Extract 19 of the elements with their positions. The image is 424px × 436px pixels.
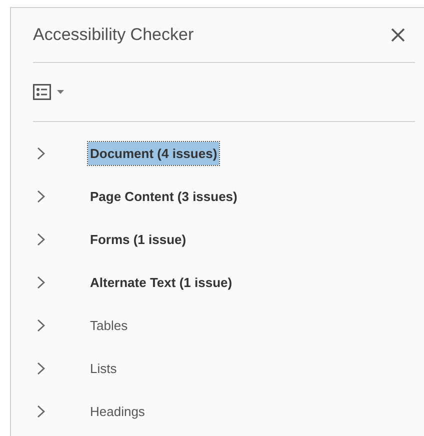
expand-chevron-icon[interactable] xyxy=(37,147,45,160)
expand-chevron-icon[interactable] xyxy=(37,276,45,289)
expand-chevron-icon[interactable] xyxy=(37,405,45,418)
expand-chevron-icon[interactable] xyxy=(37,362,45,375)
category-item[interactable]: Lists xyxy=(88,356,119,380)
category-item[interactable]: Document (4 issues) xyxy=(88,142,220,166)
list-view-icon xyxy=(33,84,51,100)
close-icon xyxy=(391,28,405,42)
expand-chevron-icon[interactable] xyxy=(37,233,45,246)
expand-chevron-icon[interactable] xyxy=(37,190,45,203)
category-item[interactable]: Alternate Text (1 issue) xyxy=(88,270,234,294)
dropdown-caret-icon xyxy=(57,90,64,94)
expand-chevron-icon[interactable] xyxy=(37,319,45,332)
category-item[interactable]: Page Content (3 issues) xyxy=(88,184,240,208)
view-options-button[interactable] xyxy=(33,84,64,100)
category-item[interactable]: Headings xyxy=(88,400,147,424)
category-item[interactable]: Forms (1 issue) xyxy=(88,228,188,252)
panel-title: Accessibility Checker xyxy=(33,24,194,46)
category-item[interactable]: Tables xyxy=(88,314,130,338)
